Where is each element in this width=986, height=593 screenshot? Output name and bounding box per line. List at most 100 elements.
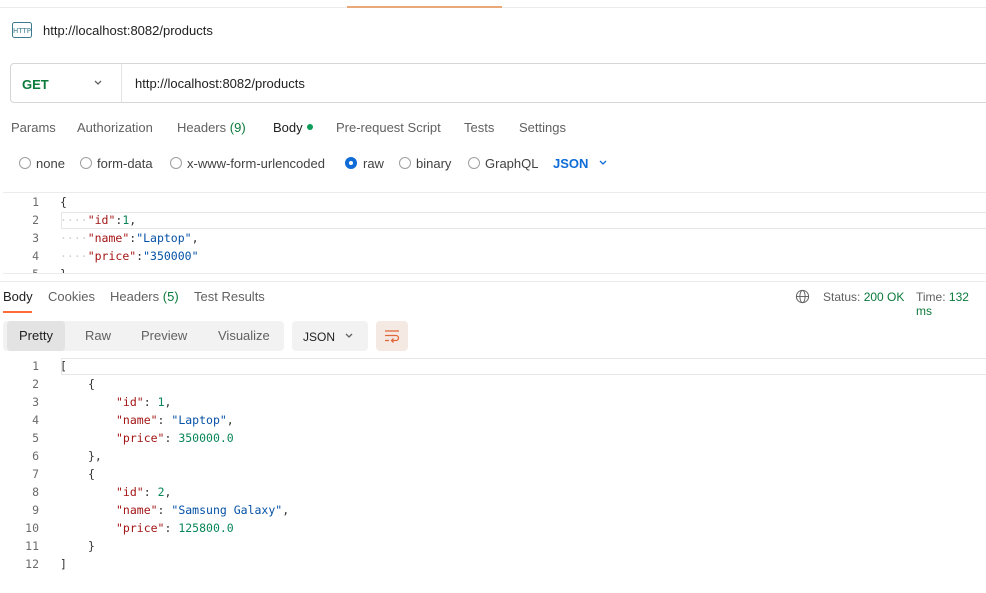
code-punctuation: : <box>157 413 172 427</box>
time-label: Time: <box>916 290 946 304</box>
response-tab-body[interactable]: Body <box>3 289 33 304</box>
tab-label: Cookies <box>48 289 95 304</box>
line-number: 3 <box>32 395 39 409</box>
status-value: 200 OK <box>863 290 905 304</box>
panel-divider <box>0 281 986 282</box>
radio-label-urlencoded[interactable]: x-www-form-urlencoded <box>187 156 325 171</box>
code-line: ····"price":"350000" <box>60 249 199 263</box>
tab-params[interactable]: Params <box>11 120 56 135</box>
line-number: 3 <box>32 231 39 245</box>
json-value: "Laptop" <box>171 413 227 427</box>
view-preview[interactable]: Preview <box>129 321 199 351</box>
json-key: "id" <box>116 395 144 409</box>
radio-binary[interactable] <box>399 157 411 169</box>
code-line: } <box>88 539 95 553</box>
current-line-highlight <box>61 358 986 375</box>
url-input[interactable]: http://localhost:8082/products <box>135 76 305 91</box>
tab-authorization[interactable]: Authorization <box>77 120 153 135</box>
radio-label-binary[interactable]: binary <box>416 156 451 171</box>
code-punctuation: ] <box>60 557 67 571</box>
json-value: "Laptop" <box>136 231 192 245</box>
code-punctuation: , <box>164 395 172 409</box>
line-number: 4 <box>32 249 39 263</box>
radio-label-raw[interactable]: raw <box>363 156 384 171</box>
tab-headers[interactable]: Headers (9) <box>177 120 246 135</box>
whitespace-marker: ···· <box>60 249 88 263</box>
line-number: 9 <box>32 503 39 517</box>
json-key: "price" <box>87 249 137 263</box>
json-value: "350000" <box>143 249 199 263</box>
chevron-down-icon <box>345 333 353 338</box>
response-tab-test-results[interactable]: Test Results <box>194 289 265 304</box>
code-punctuation: : <box>157 503 172 517</box>
time-readout[interactable]: Time: 132 ms <box>916 290 986 318</box>
radio-none[interactable] <box>19 157 31 169</box>
code-punctuation: , <box>129 213 137 227</box>
status-readout[interactable]: Status: 200 OK <box>823 290 904 304</box>
response-body-viewer[interactable]: 1 [2 {3 "id": 1, 4 "name": "Laptop", 5 "price":… <box>3 358 986 578</box>
json-key: "name" <box>87 231 130 245</box>
chevron-down-icon[interactable] <box>598 158 608 168</box>
json-key: "id" <box>116 485 144 499</box>
tab-count: (9) <box>229 120 246 135</box>
response-tab-cookies[interactable]: Cookies <box>48 289 95 304</box>
radio-raw[interactable] <box>345 157 357 169</box>
code-line: "name": "Samsung Galaxy", <box>116 503 289 517</box>
body-language-select[interactable]: JSON <box>553 156 588 171</box>
line-number: 12 <box>25 557 39 571</box>
code-line: "name": "Laptop", <box>116 413 234 427</box>
tab-pre-request-script[interactable]: Pre-request Script <box>336 120 441 135</box>
radio-urlencoded[interactable] <box>170 157 182 169</box>
line-number: 11 <box>25 539 39 553</box>
line-number: 1 <box>32 195 39 209</box>
json-value: 2 <box>157 485 165 499</box>
tab-settings[interactable]: Settings <box>519 120 566 135</box>
view-visualize[interactable]: Visualize <box>206 321 282 351</box>
request-title[interactable]: http://localhost:8082/products <box>43 23 213 38</box>
whitespace-marker: ···· <box>60 231 88 245</box>
line-number: 2 <box>32 213 39 227</box>
code-punctuation: [ <box>60 359 67 373</box>
code-punctuation: } <box>88 539 95 553</box>
json-key: "id" <box>87 213 116 227</box>
code-line: }, <box>88 449 102 463</box>
json-value: 125800.0 <box>178 521 234 535</box>
tab-tests[interactable]: Tests <box>464 120 494 135</box>
response-tab-headers[interactable]: Headers (5) <box>110 289 179 304</box>
code-line: } <box>60 267 67 273</box>
code-line: "price": 125800.0 <box>116 521 234 535</box>
globe-icon[interactable] <box>795 289 810 304</box>
radio-form-data[interactable] <box>80 157 92 169</box>
json-value: "Samsung Galaxy" <box>171 503 283 517</box>
code-punctuation: , <box>282 503 290 517</box>
tab-body[interactable]: Body <box>273 120 313 135</box>
chevron-down-icon[interactable] <box>93 78 103 88</box>
radio-label-none[interactable]: none <box>36 156 65 171</box>
radio-label-graphql[interactable]: GraphQL <box>485 156 538 171</box>
code-line: "id": 2, <box>116 485 171 499</box>
method-select[interactable]: GET <box>22 77 49 92</box>
radio-label-form-data[interactable]: form-data <box>97 156 153 171</box>
json-key: "name" <box>116 413 158 427</box>
tab-label: Settings <box>519 120 566 135</box>
status-label: Status: <box>823 290 861 304</box>
line-number: 7 <box>32 467 39 481</box>
tab-label: Body <box>273 120 303 135</box>
radio-graphql[interactable] <box>468 157 480 169</box>
view-raw[interactable]: Raw <box>73 321 123 351</box>
json-key: "price" <box>116 521 165 535</box>
code-punctuation: { <box>60 195 67 209</box>
wrap-lines-icon <box>385 330 400 343</box>
view-pretty[interactable]: Pretty <box>7 321 65 351</box>
request-body-editor[interactable]: 1 {2 ····"id":1, 3 ····"name":"Laptop", 4 ····… <box>3 192 986 274</box>
tab-label: Body <box>3 289 33 304</box>
code-line: ····"name":"Laptop", <box>60 231 199 245</box>
code-punctuation: : <box>143 395 158 409</box>
tab-label: Headers <box>177 120 227 135</box>
code-punctuation: , <box>226 413 234 427</box>
code-line: { <box>88 377 95 391</box>
response-format-label: JSON <box>303 330 336 344</box>
code-punctuation: }, <box>88 449 102 463</box>
tab-label: Test Results <box>194 289 265 304</box>
line-number: 2 <box>32 377 39 391</box>
